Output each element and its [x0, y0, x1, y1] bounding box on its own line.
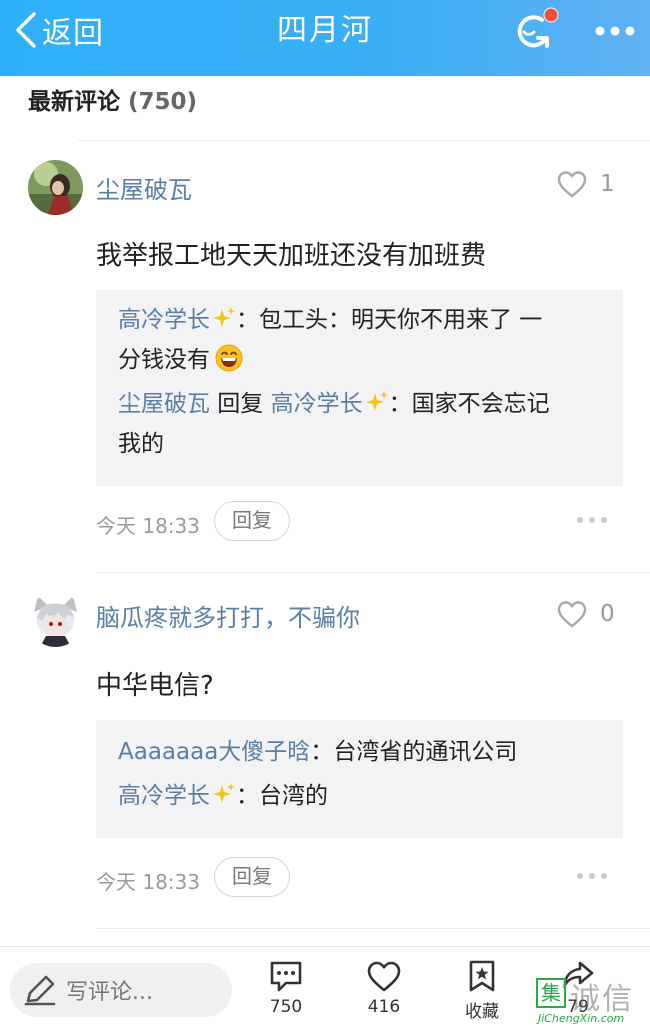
section-title-text: 最新评论 — [28, 89, 120, 115]
reply-text: ：国家不会忘记 — [388, 391, 550, 417]
sparkle-icon — [365, 391, 388, 411]
reply-connector: 回复 — [210, 391, 271, 417]
comment-author[interactable]: 尘屋破瓦 — [96, 170, 192, 205]
comment-input-placeholder: 写评论... — [66, 980, 153, 1005]
heart-icon — [557, 171, 587, 198]
pencil-icon — [24, 975, 56, 1006]
heart-icon — [367, 961, 401, 992]
bookmark-star-icon — [469, 960, 495, 992]
sparkle-icon — [213, 307, 235, 327]
like-button[interactable]: 0 — [556, 596, 636, 632]
watermark-box: 集 — [536, 978, 566, 1008]
favorite-button[interactable]: 收藏 — [452, 959, 512, 1022]
reply-author[interactable]: Aaaaaaa大傻子晗 — [118, 739, 310, 765]
reply-button[interactable]: 回复 — [214, 857, 290, 897]
more-options-icon[interactable] — [575, 871, 609, 881]
comment-count: (750) — [128, 89, 198, 115]
reply-item: Aaaaaaa大傻子晗：台湾省的通讯公司 — [118, 732, 608, 772]
comment-time: 今天 18:33 — [96, 514, 200, 538]
top-bar: 返回 四月河 — [0, 0, 650, 76]
like-article-button[interactable]: 416 — [354, 959, 414, 1021]
comment-page: 返回 四月河 最新评论 (750) 尘屋破瓦 1 我举报工地天天加班还没有加班费… — [0, 0, 650, 1026]
likes-count: 416 — [367, 997, 401, 1017]
divider — [96, 928, 650, 929]
avatar[interactable] — [28, 160, 83, 215]
comments-count: 750 — [269, 997, 303, 1017]
reply-box[interactable]: 高冷学长 ：包工头：明天你不用来了 一 分钱没有 尘屋破瓦 回复 高冷学长 ：国家不… — [96, 290, 623, 486]
comment-input[interactable]: 写评论... — [10, 963, 232, 1017]
reply-target[interactable]: 高冷学长 — [271, 391, 363, 417]
reply-author[interactable]: 高冷学长 — [118, 307, 210, 333]
comment-author[interactable]: 脑瓜疼就多打打，不骗你 — [96, 598, 360, 633]
sparkle-icon — [213, 783, 235, 803]
comment-time: 今天 18:33 — [96, 870, 200, 894]
reply-box[interactable]: Aaaaaaa大傻子晗：台湾省的通讯公司 高冷学长 ：台湾的 — [96, 720, 623, 838]
comment-icon — [270, 961, 302, 992]
reply-item: 高冷学长 ：包工头：明天你不用来了 一 分钱没有 — [118, 300, 608, 380]
reply-text-continued: 我的 — [118, 431, 164, 457]
section-title: 最新评论 (750) — [28, 82, 197, 116]
comments-button[interactable]: 750 — [256, 959, 316, 1021]
like-count: 1 — [600, 171, 615, 197]
reply-text: ：包工头：明天你不用来了 一 — [236, 307, 543, 333]
reply-text: ：台湾省的通讯公司 — [310, 739, 518, 765]
like-button[interactable]: 1 — [556, 166, 636, 202]
watermark: 集 诚信 JiChengXin.com — [532, 974, 650, 1026]
reply-item: 高冷学长 ：台湾的 — [118, 776, 608, 816]
reply-text-continued: 分钱没有 — [118, 347, 210, 373]
reply-text: ：台湾的 — [236, 783, 328, 809]
comment-text: 中华电信? — [96, 671, 214, 701]
more-options-icon[interactable] — [575, 515, 609, 525]
reply-item: 尘屋破瓦 回复 高冷学长 ：国家不会忘记 我的 — [118, 384, 608, 464]
divider — [78, 140, 650, 141]
reply-author[interactable]: 尘屋破瓦 — [118, 391, 210, 417]
like-count: 0 — [600, 601, 615, 627]
divider — [96, 572, 650, 573]
refresh-icon[interactable] — [506, 6, 562, 52]
reply-button[interactable]: 回复 — [214, 501, 290, 541]
watermark-url: JiChengXin.com — [538, 1012, 625, 1025]
heart-icon — [557, 601, 587, 628]
more-icon[interactable] — [590, 16, 640, 46]
comment-text: 我举报工地天天加班还没有加班费 — [96, 241, 487, 271]
laughing-emoji-icon — [215, 344, 243, 372]
avatar[interactable] — [28, 592, 83, 647]
favorite-label: 收藏 — [465, 1002, 499, 1022]
reply-author[interactable]: 高冷学长 — [118, 783, 210, 809]
